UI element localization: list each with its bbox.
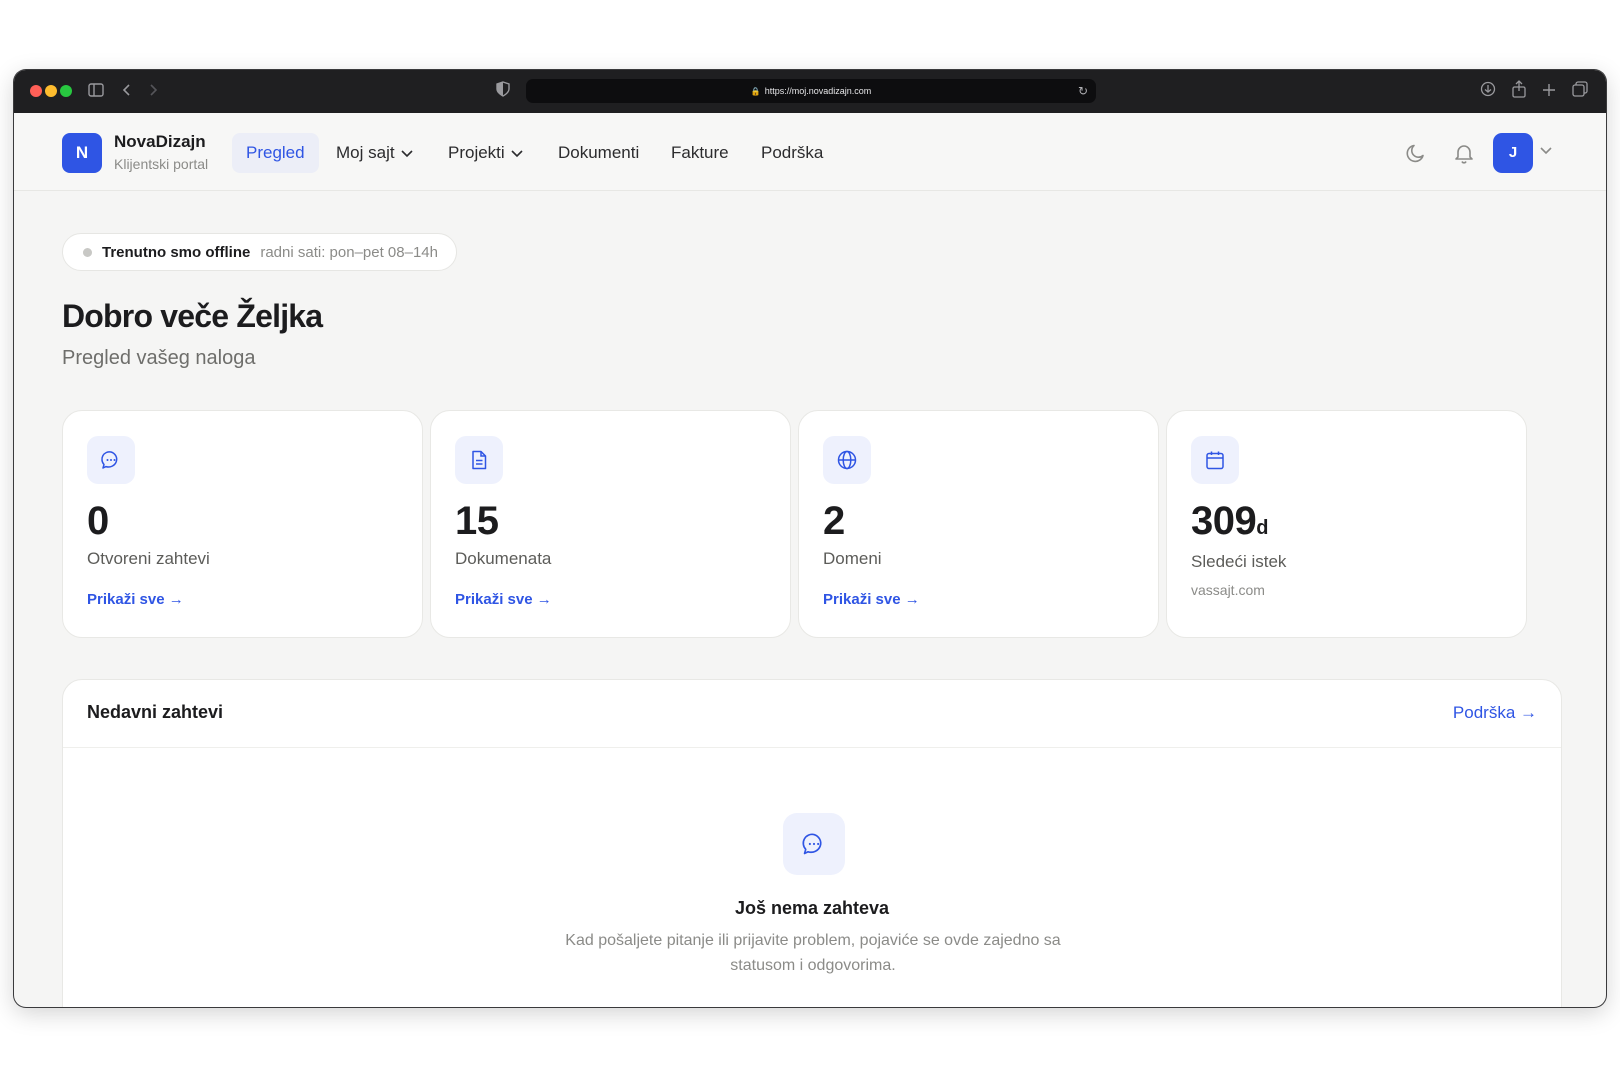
recent-requests-panel: Nedavni zahtevi Podrška → Još nema zahte… <box>62 679 1562 1007</box>
user-avatar[interactable]: J <box>1493 133 1533 173</box>
nav-label: Podrška <box>761 143 824 162</box>
share-icon[interactable] <box>1511 80 1527 103</box>
browser-titlebar: 🔒 https://moj.novadizajn.com ↻ <box>14 70 1606 113</box>
stat-value: 15 <box>455 499 499 543</box>
chat-icon <box>87 436 135 484</box>
nav-label: Pregled <box>246 143 305 162</box>
forward-icon[interactable] <box>148 80 158 102</box>
brand-name: NovaDizajn <box>114 132 206 151</box>
minimize-window-button[interactable] <box>45 85 57 97</box>
browser-window: 🔒 https://moj.novadizajn.com ↻ N NovaDiza… <box>14 70 1606 1007</box>
moon-icon[interactable] <box>1404 141 1428 165</box>
chevron-down-icon <box>401 149 413 157</box>
tab-overview-icon[interactable] <box>1572 80 1588 102</box>
page-subtitle: Pregled vašeg naloga <box>62 347 256 369</box>
brand-subtitle: Klijentski portal <box>114 156 209 172</box>
address-bar[interactable]: 🔒 https://moj.novadizajn.com ↻ <box>526 79 1096 103</box>
stat-card-requests: 0 Otvoreni zahtevi Prikaži sve → <box>62 410 423 638</box>
status-hours: radni sati: pon–pet 08–14h <box>260 243 438 261</box>
page-title: Dobro veče Željka <box>62 298 323 334</box>
bell-icon[interactable] <box>1452 141 1476 165</box>
empty-state-description: Kad pošaljete pitanje ili prijavite prob… <box>565 932 1061 974</box>
calendar-icon <box>1191 436 1239 484</box>
privacy-shield-icon[interactable] <box>496 80 510 102</box>
nav-moj-sajt[interactable]: Moj sajt <box>322 133 427 173</box>
support-link[interactable]: Podrška → <box>1453 703 1537 723</box>
nav-pregled[interactable]: Pregled <box>232 133 319 173</box>
nav-label: Moj sajt <box>336 143 395 162</box>
nav-podrska[interactable]: Podrška <box>747 133 837 173</box>
chat-icon <box>783 813 845 875</box>
new-tab-icon[interactable] <box>1542 80 1556 102</box>
app-header: N NovaDizajn Klijentski portal Pregled M… <box>14 113 1606 191</box>
globe-icon <box>823 436 871 484</box>
nav-label: Dokumenti <box>558 143 640 162</box>
show-all-domains-link[interactable]: Prikaži sve → <box>823 591 920 608</box>
lock-icon: 🔒 <box>750 87 761 96</box>
stat-label: Domeni <box>823 549 882 568</box>
downloads-icon[interactable] <box>1480 80 1496 102</box>
status-title: Trenutno smo offline <box>102 243 251 261</box>
nav-dokumenti[interactable]: Dokumenti <box>544 133 653 173</box>
chevron-down-icon <box>511 149 523 157</box>
url-text: https://moj.novadizajn.com <box>764 86 872 96</box>
nav-projekti[interactable]: Projekti <box>434 133 537 173</box>
sidebar-toggle-icon[interactable] <box>88 80 104 102</box>
stat-value: 0 <box>87 499 109 543</box>
zoom-window-button[interactable] <box>60 85 72 97</box>
show-all-requests-link[interactable]: Prikaži sve → <box>87 591 184 608</box>
stat-label: Sledeći istek <box>1191 552 1287 571</box>
stat-card-next-expiry: 309d Sledeći istek vassajt.com <box>1166 410 1527 638</box>
brand-logo[interactable]: N <box>62 133 102 173</box>
nav-fakture[interactable]: Fakture <box>657 133 743 173</box>
document-icon <box>455 436 503 484</box>
nav-label: Projekti <box>448 143 505 162</box>
back-icon[interactable] <box>122 80 132 102</box>
stat-value: 2 <box>823 499 845 543</box>
stat-label: Otvoreni zahtevi <box>87 549 210 568</box>
empty-state-title: Još nema zahteva <box>734 898 890 918</box>
nav-label: Fakture <box>671 143 729 162</box>
status-badge: Trenutno smo offline radni sati: pon–pet… <box>62 233 457 271</box>
expiry-domain: vassajt.com <box>1191 582 1265 598</box>
stat-card-domains: 2 Domeni Prikaži sve → <box>798 410 1159 638</box>
stat-unit: d <box>1256 517 1268 539</box>
stat-label: Dokumenata <box>455 549 552 568</box>
panel-title: Nedavni zahtevi <box>87 702 224 722</box>
close-window-button[interactable] <box>30 85 42 97</box>
reload-icon[interactable]: ↻ <box>1078 79 1088 103</box>
panel-header: Nedavni zahtevi Podrška → <box>63 680 1561 748</box>
chevron-down-icon[interactable] <box>1540 147 1552 155</box>
show-all-documents-link[interactable]: Prikaži sve → <box>455 591 552 608</box>
status-dot <box>83 247 92 257</box>
stat-card-documents: 15 Dokumenata Prikaži sve → <box>430 410 791 638</box>
stat-number: 309 <box>1191 499 1257 543</box>
stat-value: 309d <box>1191 499 1268 544</box>
